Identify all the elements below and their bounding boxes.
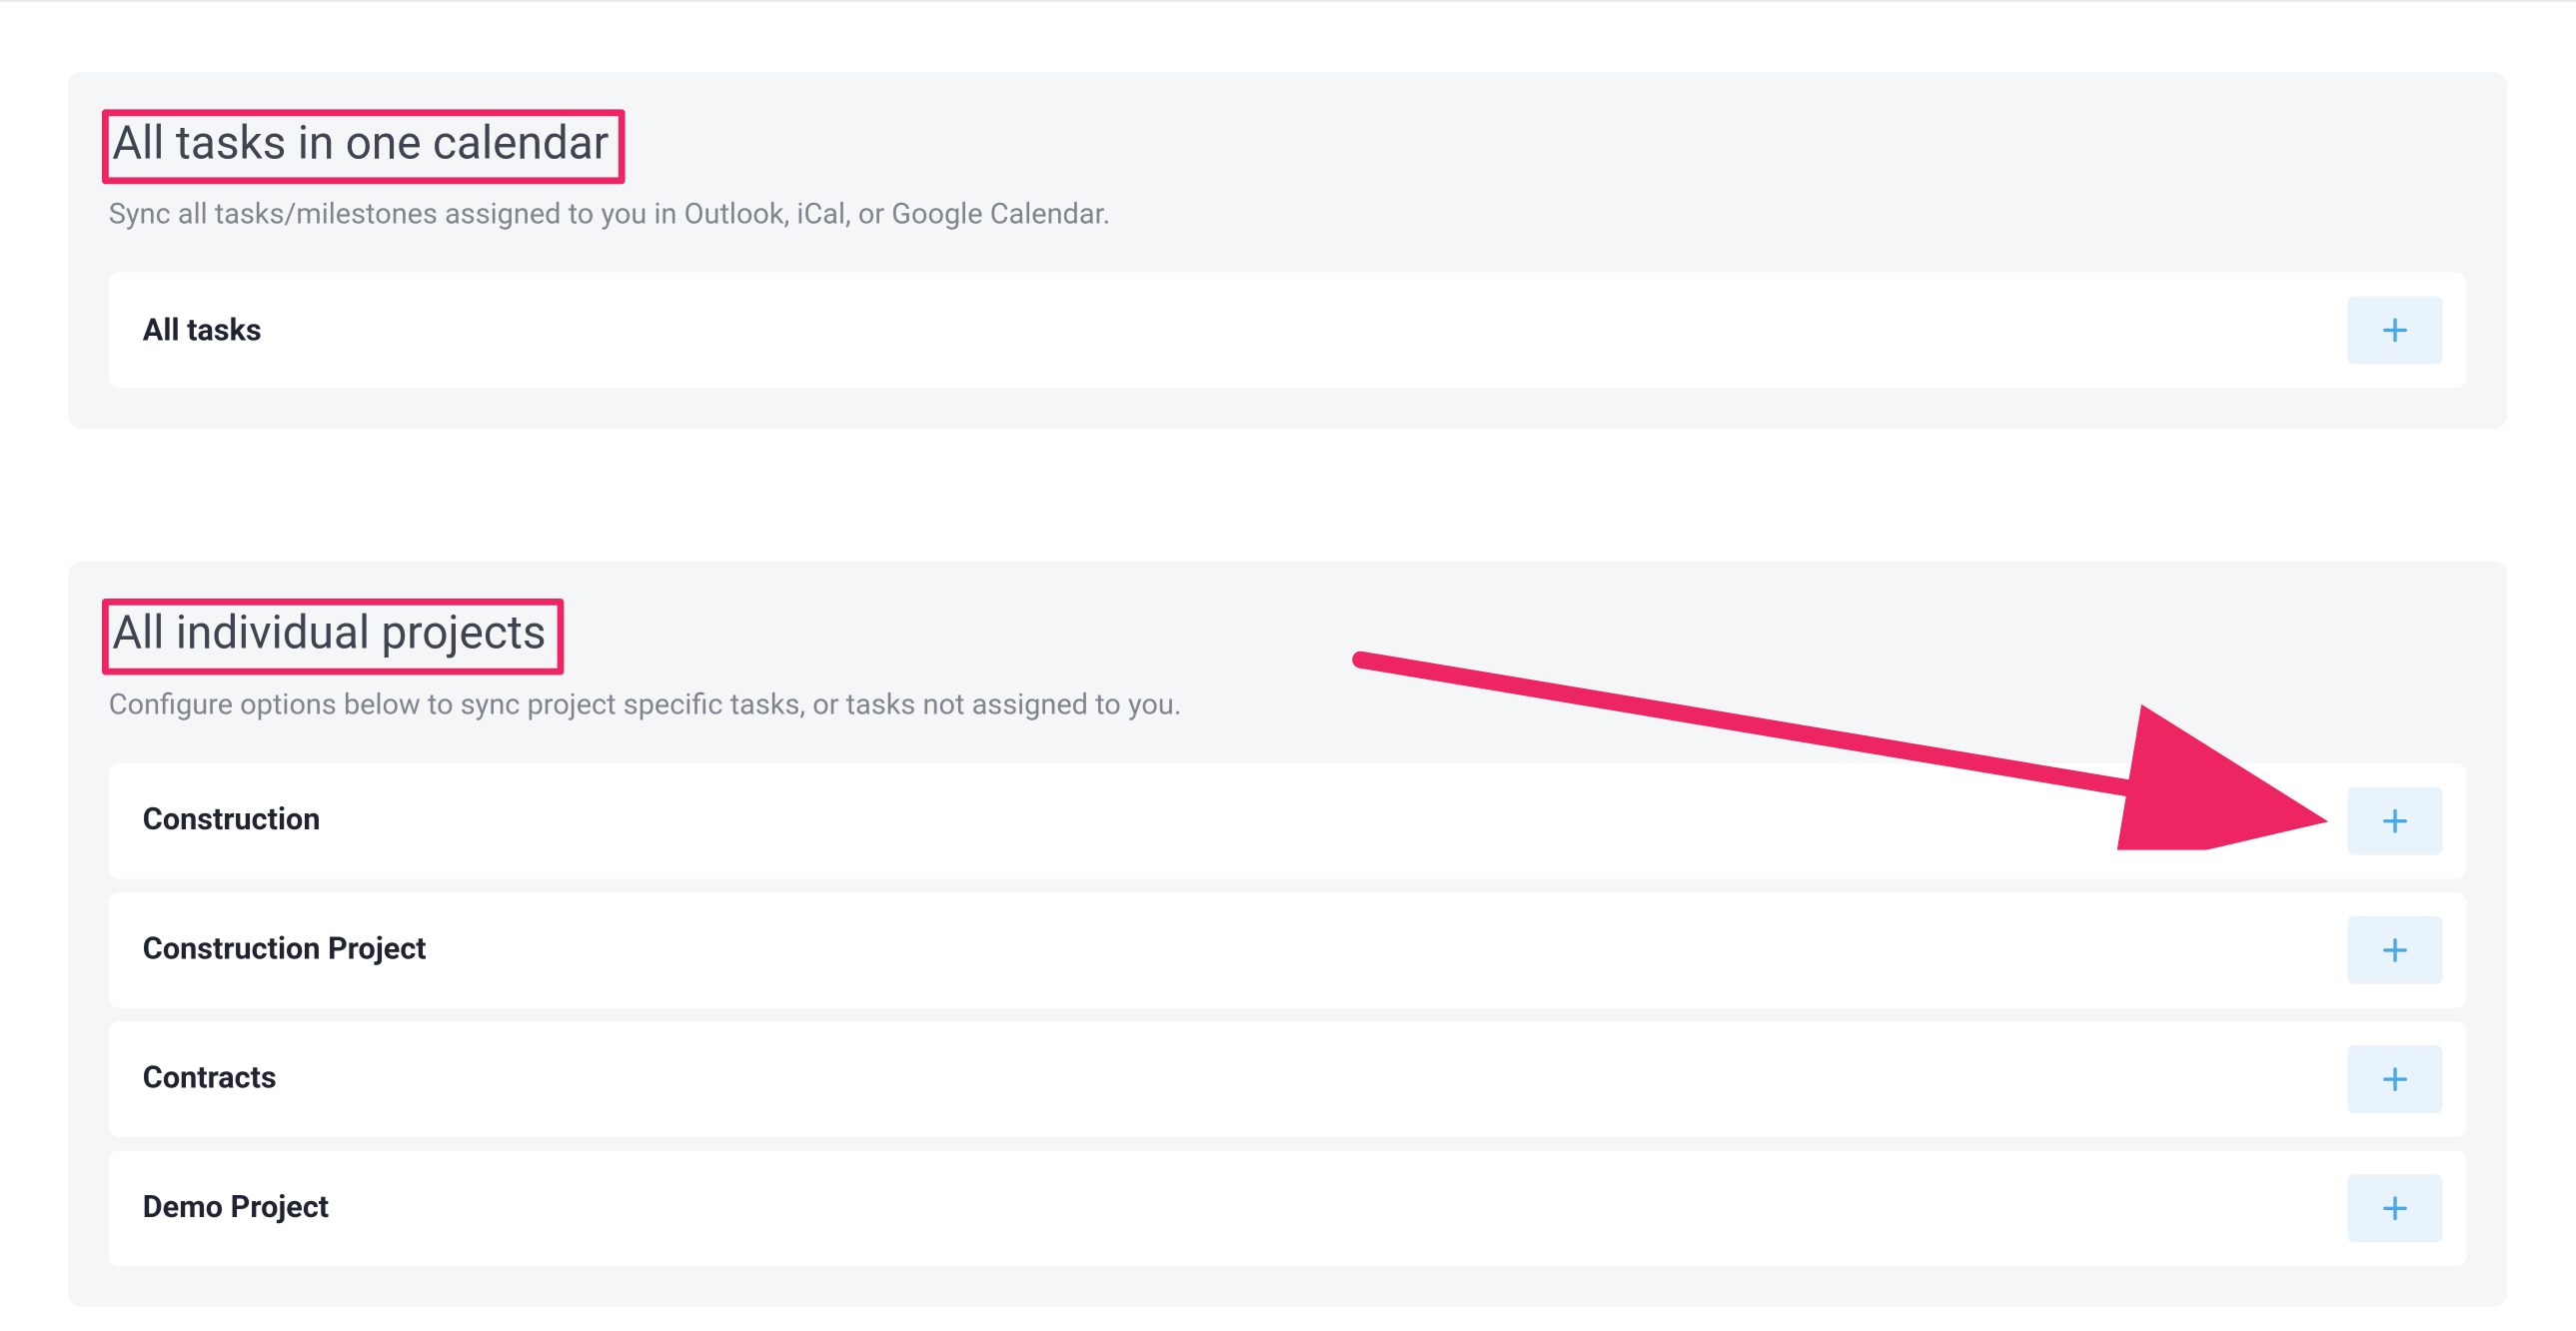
plus-icon bbox=[2382, 936, 2409, 963]
rows-all-tasks: All tasks bbox=[109, 273, 2467, 389]
row-project-demo-project[interactable]: Demo Project bbox=[109, 1150, 2467, 1266]
expand-button[interactable] bbox=[2348, 916, 2443, 984]
section-projects: All individual projects Configure option… bbox=[68, 562, 2508, 1306]
section-title-all-tasks: All tasks in one calendar bbox=[102, 109, 626, 184]
expand-button[interactable] bbox=[2348, 786, 2443, 854]
expand-button[interactable] bbox=[2348, 1174, 2443, 1242]
section-header: All tasks in one calendar bbox=[109, 109, 2467, 184]
section-header: All individual projects bbox=[109, 600, 2467, 674]
plus-icon bbox=[2382, 317, 2409, 344]
section-subtitle-all-tasks: Sync all tasks/milestones assigned to yo… bbox=[109, 198, 2467, 232]
row-label: Demo Project bbox=[143, 1190, 329, 1226]
row-label: Construction bbox=[143, 802, 321, 838]
plus-icon bbox=[2382, 1194, 2409, 1221]
plus-icon bbox=[2382, 807, 2409, 834]
section-subtitle-projects: Configure options below to sync project … bbox=[109, 688, 2467, 722]
section-all-tasks: All tasks in one calendar Sync all tasks… bbox=[68, 72, 2508, 430]
plus-icon bbox=[2382, 1065, 2409, 1092]
rows-projects: Construction Construction Project bbox=[109, 763, 2467, 1266]
section-title-projects: All individual projects bbox=[102, 600, 564, 674]
expand-button[interactable] bbox=[2348, 1045, 2443, 1113]
row-label: Contracts bbox=[143, 1061, 277, 1097]
row-project-contracts[interactable]: Contracts bbox=[109, 1021, 2467, 1137]
row-project-construction[interactable]: Construction bbox=[109, 763, 2467, 879]
row-label: All tasks bbox=[143, 313, 262, 349]
row-all-tasks[interactable]: All tasks bbox=[109, 273, 2467, 389]
row-label: Construction Project bbox=[143, 932, 427, 968]
expand-button[interactable] bbox=[2348, 297, 2443, 365]
row-project-construction-project[interactable]: Construction Project bbox=[109, 892, 2467, 1008]
